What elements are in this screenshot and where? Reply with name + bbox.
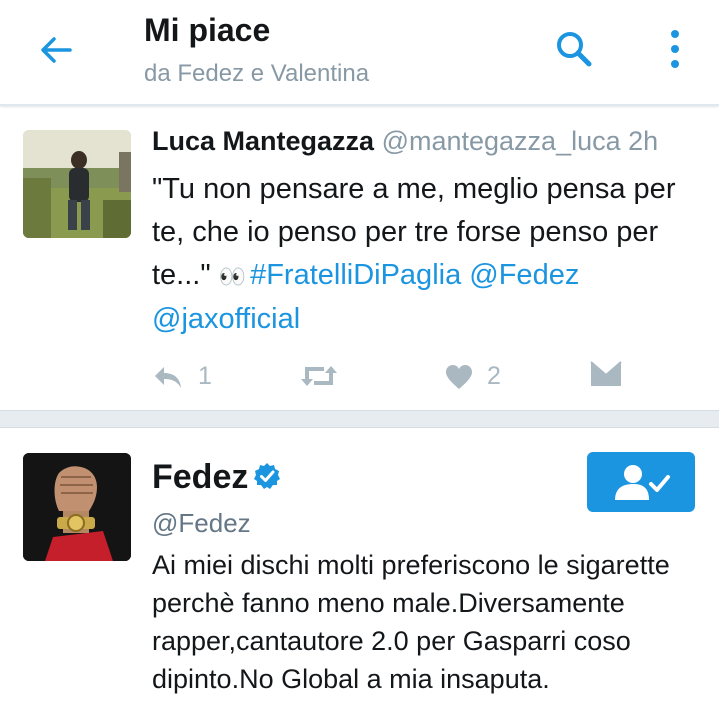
retweet-icon: [301, 366, 337, 386]
back-arrow-icon[interactable]: [36, 30, 76, 70]
tweet-author-name[interactable]: Luca Mantegazza: [152, 126, 374, 156]
tweet-author-handle[interactable]: @mantegazza_luca: [382, 126, 621, 156]
mention-link-jaxofficial[interactable]: @jaxofficial: [152, 303, 300, 335]
user-avatar[interactable]: [23, 453, 131, 561]
like-button[interactable]: 2: [445, 362, 501, 391]
heart-icon: [446, 364, 472, 389]
verified-badge-icon: [254, 463, 280, 489]
user-handle[interactable]: @Fedez: [152, 508, 251, 539]
app-bar: Mi piace da Fedez e Valentina: [0, 0, 719, 106]
reply-count: 1: [198, 362, 212, 390]
user-bio: Ai miei dischi molti preferiscono le sig…: [152, 550, 670, 694]
more-vertical-icon[interactable]: [660, 26, 690, 72]
reply-button[interactable]: 1: [152, 362, 212, 391]
tweet-timestamp: 2h: [628, 126, 659, 156]
tweet-author-avatar[interactable]: [23, 130, 131, 238]
mention-link-fedez[interactable]: @Fedez: [469, 259, 579, 291]
page-subtitle: da Fedez e Valentina: [144, 60, 370, 87]
tweet-header: Luca Mantegazza @mantegazza_luca 2h: [152, 126, 658, 157]
section-divider: [0, 410, 719, 428]
retweet-button[interactable]: [300, 362, 338, 390]
tweet-text: "Tu non pensare a me, meglio pensa per t…: [152, 168, 707, 341]
eyes-emoji: 👀: [218, 264, 246, 289]
tweet[interactable]: Luca Mantegazza @mantegazza_luca 2h "Tu …: [0, 108, 719, 410]
user-card[interactable]: Fedez @Fedez Ai miei dischi molti prefer…: [0, 428, 719, 714]
hashtag-link[interactable]: #FratelliDiPaglia: [250, 259, 461, 291]
search-icon[interactable]: [553, 28, 595, 70]
page-title: Mi piace: [144, 12, 271, 48]
reply-icon: [155, 366, 181, 388]
tweet-actions: 1 2: [0, 358, 719, 398]
like-count: 2: [487, 362, 501, 390]
user-name[interactable]: Fedez: [152, 458, 248, 497]
user-check-icon: [615, 465, 670, 500]
envelope-icon: [590, 361, 622, 386]
direct-message-button[interactable]: [590, 360, 622, 388]
following-button[interactable]: [587, 452, 695, 512]
